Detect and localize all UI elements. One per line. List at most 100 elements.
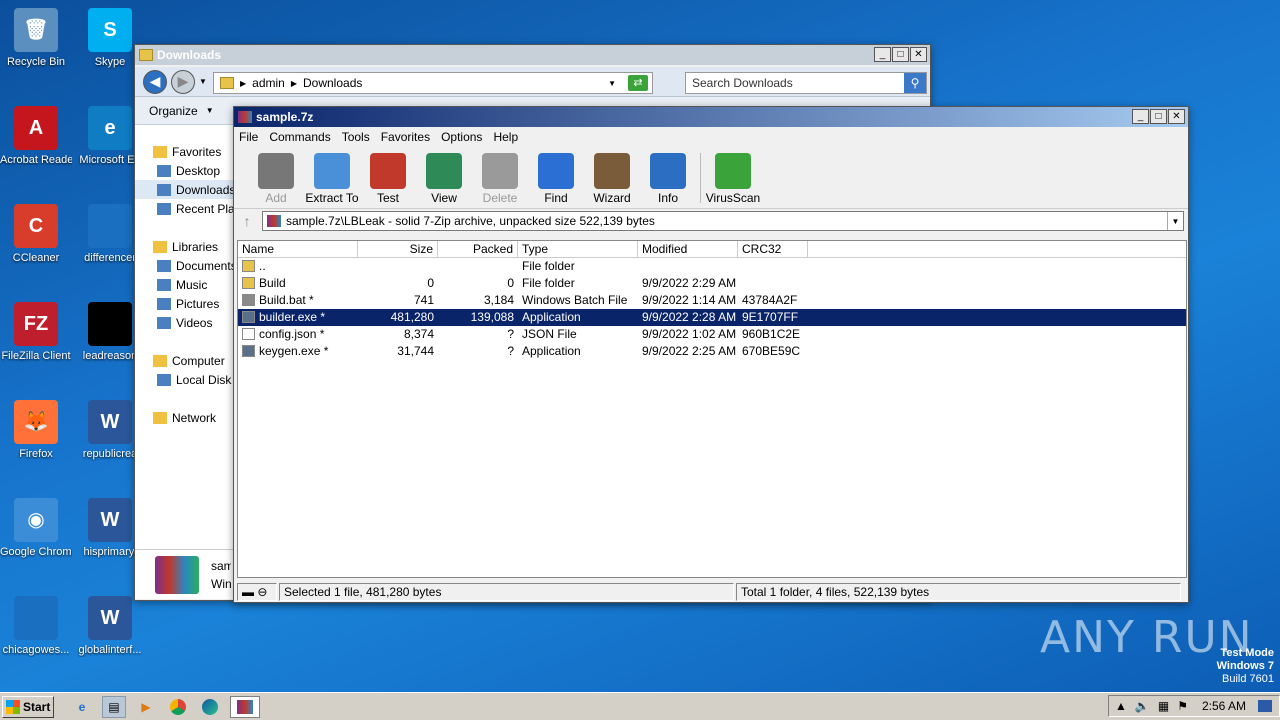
desktop-icon-label: Google Chrome	[0, 546, 72, 558]
media-player-icon[interactable]: ▶	[134, 696, 158, 718]
sevenzip-window[interactable]: sample.7z _ □ ✕ File Commands Tools Favorit…	[233, 106, 1189, 603]
menu-item[interactable]: Help	[493, 130, 518, 144]
table-row[interactable]: Build 0 0 File folder 9/9/2022 2:29 AM	[238, 275, 1186, 292]
nav-icon	[157, 259, 171, 272]
nav-item[interactable]: Computer	[135, 351, 235, 370]
desktop-icon[interactable]: chicagowes...	[0, 596, 72, 657]
toolbar-button[interactable]: VirusScan	[705, 153, 761, 205]
toolbar-button[interactable]: Wizard	[584, 153, 640, 205]
close-button[interactable]: ✕	[1168, 109, 1185, 124]
table-cell: Build.bat *	[238, 292, 358, 309]
nav-item[interactable]: Videos	[135, 313, 235, 332]
refresh-icon[interactable]: ⇄	[628, 75, 648, 91]
desktop-icon[interactable]: FZ FileZilla Client	[0, 302, 72, 363]
nav-icon	[157, 373, 171, 386]
chevron-down-icon[interactable]: ▼	[199, 77, 207, 86]
file-name: builder.exe *	[259, 310, 326, 324]
menu-item[interactable]: Commands	[269, 130, 330, 144]
start-button[interactable]: Start	[2, 695, 54, 718]
clock[interactable]: 2:56 AM	[1202, 699, 1246, 713]
organize-button[interactable]: Organize	[149, 104, 198, 118]
nav-item[interactable]: Libraries	[135, 237, 235, 256]
breadcrumb-downloads[interactable]: Downloads	[303, 76, 362, 90]
show-desktop-icon[interactable]	[1257, 700, 1272, 712]
menu-bar: File Commands Tools Favorites Options Help	[234, 127, 1188, 147]
address-bar[interactable]: ▶ admin ▶ Downloads ▼ ⇄	[213, 72, 653, 94]
nav-item[interactable]: Local Disk	[135, 370, 235, 389]
internet-explorer-icon[interactable]: e	[70, 696, 94, 718]
file-list[interactable]: Name Size Packed Type Modified CRC32 .. File f…	[237, 240, 1187, 578]
toolbar-button[interactable]: Info	[640, 153, 696, 205]
desktop-icon[interactable]: A Acrobat Reader DC	[0, 106, 72, 167]
maximize-button[interactable]: □	[892, 47, 909, 62]
menu-item[interactable]: Tools	[342, 130, 370, 144]
toolbar-button[interactable]: Delete	[472, 153, 528, 205]
nav-item[interactable]: Pictures	[135, 294, 235, 313]
desktop-icon[interactable]: 🗑 Recycle Bin	[0, 8, 72, 69]
toolbar-button[interactable]: View	[416, 153, 472, 205]
sevenzip-taskbar-icon[interactable]	[230, 695, 260, 718]
sevenzip-titlebar[interactable]: sample.7z	[234, 107, 1188, 127]
explorer-titlebar[interactable]: Downloads	[135, 45, 930, 65]
details-name: sample	[211, 558, 231, 573]
toolbar-button[interactable]: Add	[248, 153, 304, 205]
maximize-button[interactable]: □	[1150, 109, 1167, 124]
column-header[interactable]: Size	[358, 241, 438, 257]
table-row[interactable]: keygen.exe * 31,744? Application 9/9/2022 2…	[238, 343, 1186, 360]
nav-item[interactable]: Desktop	[135, 161, 235, 180]
nav-item[interactable]: Music	[135, 275, 235, 294]
nav-item[interactable]: Favorites	[135, 142, 235, 161]
desktop-shortcut-icon: 🦊	[14, 400, 58, 444]
nav-item[interactable]: Recent Places	[135, 199, 235, 218]
minimize-button[interactable]: _	[1132, 109, 1149, 124]
toolbar-button[interactable]: Test	[360, 153, 416, 205]
column-header[interactable]: CRC32	[738, 241, 808, 257]
chevron-up-icon[interactable]: ▲	[1115, 699, 1127, 713]
desktop-icon[interactable]: Wglobalinterf...	[74, 596, 146, 657]
column-header[interactable]: Modified	[638, 241, 738, 257]
table-row[interactable]: config.json * 8,374? JSON File 9/9/2022 1:0…	[238, 326, 1186, 343]
toolbar-button[interactable]: Extract To	[304, 153, 360, 205]
menu-item[interactable]: File	[239, 130, 258, 144]
table-row[interactable]: .. File folder	[238, 258, 1186, 275]
desktop-shortcut-icon: W	[88, 498, 132, 542]
chevron-down-icon[interactable]: ▼	[608, 79, 616, 88]
table-row[interactable]: Build.bat * 741 3,184 Windows Batch File 9/9…	[238, 292, 1186, 309]
desktop-icon[interactable]: C CCleaner	[0, 204, 72, 265]
forward-button[interactable]: ▶	[171, 69, 195, 94]
column-header[interactable]: Name	[238, 241, 358, 257]
nav-label: Music	[176, 277, 208, 292]
chevron-down-icon[interactable]: ▼	[206, 106, 214, 115]
nav-item[interactable]: Network	[135, 408, 235, 427]
minimize-button[interactable]: _	[874, 47, 891, 62]
toolbar-label: View	[431, 191, 457, 205]
column-header[interactable]: Type	[518, 241, 638, 257]
table-row[interactable]: builder.exe * 481,280 139,088 Application 9/…	[238, 309, 1186, 326]
up-arrow-icon[interactable]: ↑	[238, 213, 256, 229]
toolbar-button[interactable]: Find	[528, 153, 584, 205]
desktop-icon[interactable]: ◉ Google Chrome	[0, 498, 72, 559]
nav-item[interactable]: Documents	[135, 256, 235, 275]
table-cell: 43784A2F	[742, 293, 798, 307]
network-icon[interactable]: ▦	[1158, 699, 1169, 713]
desktop-icon[interactable]: 🦊 Firefox	[0, 400, 72, 461]
table-cell: 0	[507, 276, 514, 290]
close-button[interactable]: ✕	[910, 47, 927, 62]
search-input[interactable]: Search Downloads ⚲	[685, 72, 927, 94]
volume-icon[interactable]: 🔈	[1135, 699, 1150, 713]
breadcrumb-admin[interactable]: admin	[252, 76, 285, 90]
chrome-icon[interactable]	[166, 696, 190, 718]
table-cell	[738, 258, 808, 275]
flag-icon[interactable]: ⚑	[1177, 699, 1188, 713]
edge-icon[interactable]	[198, 696, 222, 718]
back-button[interactable]: ◀	[143, 69, 167, 94]
menu-item[interactable]: Options	[441, 130, 482, 144]
chevron-down-icon[interactable]: ▼	[1167, 212, 1183, 230]
explorer-taskbar-icon[interactable]: ▤	[102, 695, 126, 718]
path-field[interactable]: sample.7z\LBLeak - solid 7-Zip archive, …	[262, 211, 1184, 231]
menu-item[interactable]: Favorites	[381, 130, 430, 144]
nav-item[interactable]: Downloads	[135, 180, 235, 199]
search-icon[interactable]: ⚲	[904, 73, 926, 93]
column-header[interactable]: Packed	[438, 241, 518, 257]
